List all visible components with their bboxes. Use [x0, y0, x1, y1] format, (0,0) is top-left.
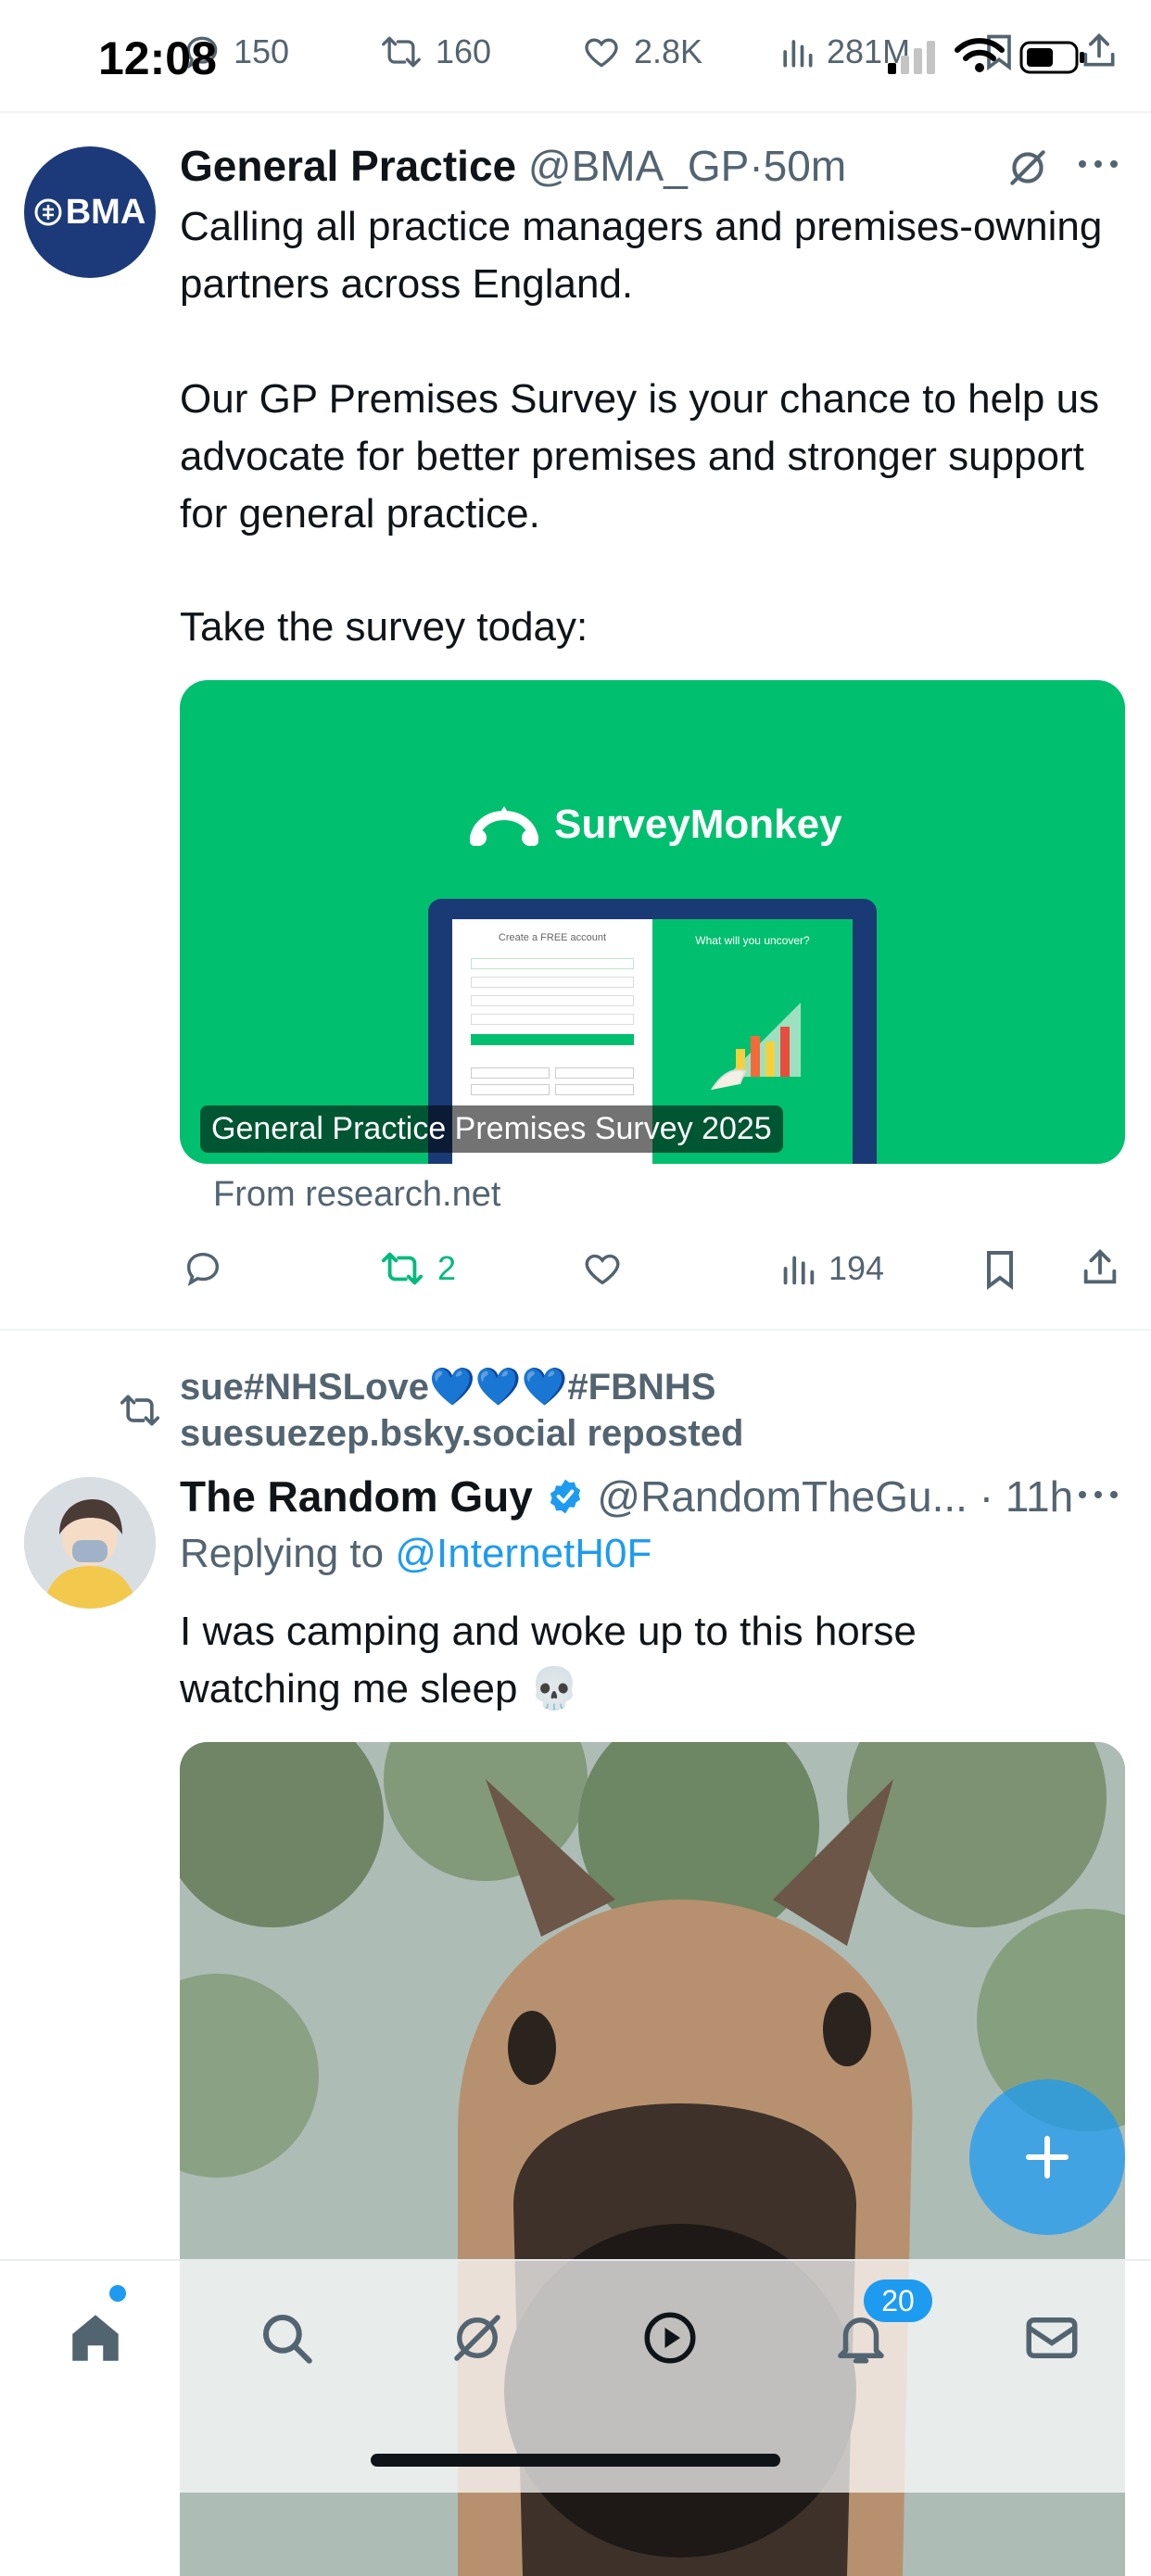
share-icon [1083, 1249, 1117, 1284]
more-icon [1079, 1491, 1118, 1498]
replying-prefix: Replying to [180, 1531, 385, 1576]
bma-logo-icon [34, 198, 62, 226]
tweet-text-paragraph-1: Calling all practice managers and premis… [180, 204, 1103, 307]
tweet-text: I was camping and woke up to this horse … [180, 1603, 1116, 1718]
author-name[interactable]: General Practice [180, 142, 516, 190]
tweet-header: General Practice @BMA_GP·50m [180, 141, 846, 191]
home-icon [72, 2315, 119, 2361]
surveymonkey-logo: SurveyMonkey [467, 801, 842, 849]
link-card[interactable]: SurveyMonkey Create a FREE account What … [180, 680, 1125, 1164]
chart-illustration [711, 1003, 801, 1091]
search-icon [262, 2314, 312, 2364]
nav-home[interactable] [54, 2296, 137, 2380]
verified-badge-icon [545, 1476, 586, 1517]
status-bar-time: 12:08 [98, 32, 217, 84]
tweet-text-paragraph-3: Take the survey today: [180, 604, 588, 650]
grok-icon [454, 2315, 500, 2361]
notifications-badge: 20 [864, 2279, 932, 2322]
nav-video[interactable] [628, 2296, 712, 2380]
battery-icon [1019, 39, 1086, 76]
nav-messages[interactable] [1010, 2296, 1094, 2380]
tweet-text-line-2: watching me sleep 💀 [180, 1666, 580, 1711]
heart-icon [585, 38, 618, 68]
compose-button[interactable] [969, 2079, 1125, 2235]
home-indicator [371, 2454, 780, 2467]
replying-to: Replying to @InternetH0F [180, 1531, 651, 1577]
more-options-button[interactable] [1077, 1488, 1119, 1501]
surveymonkey-icon [470, 806, 538, 846]
repost-count: 160 [436, 32, 492, 70]
more-options-button[interactable] [1077, 158, 1119, 170]
home-new-dot [109, 2285, 126, 2302]
repost-count: 2 [437, 1249, 457, 1287]
author-handle[interactable]: @BMA_GP [528, 142, 749, 190]
header-separator: · [749, 142, 764, 190]
tweet-time[interactable]: 11h [1006, 1472, 1073, 1521]
card-caption: General Practice Premises Survey 2025 [200, 1105, 783, 1153]
tweet-divider [0, 111, 1151, 113]
surveymonkey-brand: SurveyMonkey [554, 802, 842, 847]
promo-heading: What will you uncover? [695, 934, 810, 947]
card-source[interactable]: From research.net [213, 1175, 500, 1215]
tweet-time[interactable]: 50m [764, 142, 846, 190]
replying-to-handle[interactable]: @InternetH0F [395, 1531, 651, 1576]
repost-button[interactable]: 2 [378, 1247, 456, 1290]
reposted-label: suesuezep.bsky.social reposted [180, 1413, 744, 1454]
avatar[interactable] [24, 1477, 156, 1609]
tweet-text-paragraph-2: Our GP Premises Survey is your chance to… [180, 376, 1100, 537]
repost-attribution[interactable]: sue#NHSLove💙💙💙#FBNHS suesuezep.bsky.soci… [180, 1364, 743, 1457]
views-icon [783, 1256, 815, 1285]
views-count: 194 [828, 1249, 885, 1287]
avatar-text: BMA [65, 192, 146, 232]
mail-icon [1026, 2317, 1078, 2358]
tweet-header: The Random Guy @RandomTheGu... · 11h [180, 1471, 1073, 1522]
repost-indicator-icon [117, 1390, 163, 1431]
repost-button[interactable]: 160 [378, 32, 491, 72]
plus-icon [1026, 2136, 1069, 2178]
like-button[interactable] [580, 1247, 625, 1290]
more-icon [1079, 160, 1118, 168]
avatar-illustration [24, 1477, 156, 1609]
wifi-icon [955, 37, 1005, 74]
avatar[interactable]: BMA [24, 146, 156, 278]
repost-icon [381, 1252, 424, 1285]
reply-icon [186, 1252, 220, 1287]
like-count: 2.8K [634, 32, 703, 70]
views-button[interactable]: 194 [778, 1247, 884, 1290]
nav-grok[interactable] [436, 2296, 519, 2380]
reposter-name: sue#NHSLove💙💙💙#FBNHS [180, 1367, 716, 1408]
heart-icon [585, 1254, 620, 1285]
repost-icon [382, 36, 421, 68]
play-icon [644, 2312, 696, 2364]
grok-icon [1010, 150, 1045, 185]
share-button[interactable] [1079, 1245, 1121, 1290]
cellular-signal-icon [888, 41, 938, 74]
author-name[interactable]: The Random Guy [180, 1472, 533, 1521]
bookmark-button[interactable] [980, 1247, 1019, 1292]
reply-button[interactable] [182, 1247, 224, 1290]
bookmark-icon [987, 1251, 1013, 1290]
grok-button[interactable] [1005, 145, 1051, 191]
header-separator: · [979, 1472, 994, 1521]
views-icon [783, 40, 813, 68]
tweet-text-line-1: I was camping and woke up to this horse [180, 1609, 917, 1654]
author-handle[interactable]: @RandomTheGu... [597, 1472, 968, 1521]
like-button[interactable]: 2.8K [580, 32, 702, 72]
reply-count: 150 [234, 32, 290, 70]
nav-search[interactable] [245, 2296, 328, 2380]
signup-heading: Create a FREE account [498, 932, 607, 943]
tweet-divider [0, 1329, 1151, 1331]
